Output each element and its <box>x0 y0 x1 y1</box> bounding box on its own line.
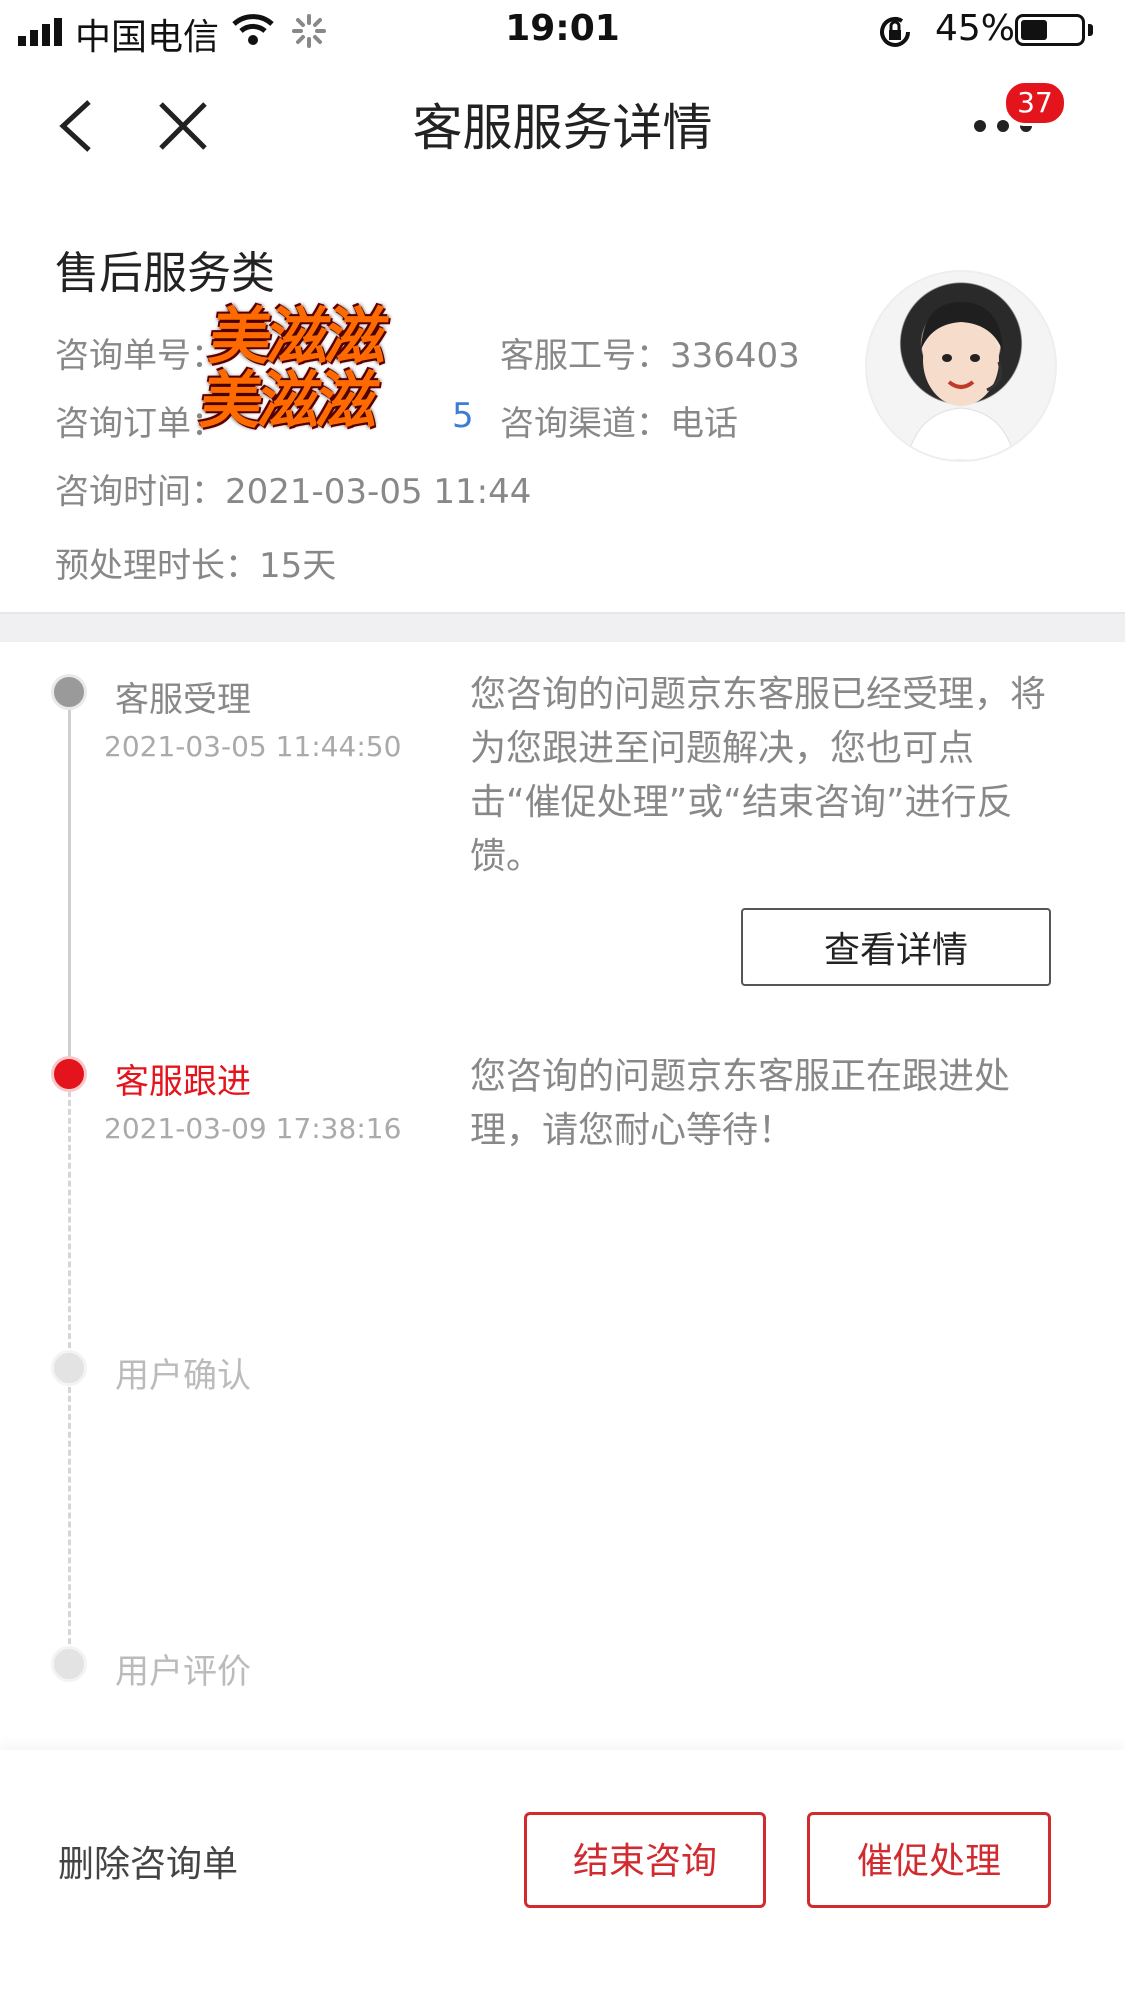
urge-processing-button[interactable]: 催促处理 <box>807 1812 1051 1908</box>
battery-cap <box>1088 24 1093 36</box>
step-time-accepted: 2021-03-05 11:44:50 <box>104 730 402 763</box>
step-desc-following: 您咨询的问题京东客服正在跟进处理，请您耐心等待！ <box>470 1056 1011 1151</box>
timeline-line <box>68 692 71 1072</box>
rotation-lock-icon <box>880 17 910 47</box>
timeline-dot-user-confirm <box>51 1350 87 1386</box>
timeline-dot-accepted <box>51 674 87 710</box>
section-divider <box>0 612 1125 642</box>
channel-label: 咨询渠道： <box>500 404 670 444</box>
agent-id-row: 客服工号：336403 <box>500 328 800 377</box>
agent-id-label: 客服工号： <box>500 336 670 376</box>
page-title: 客服服务详情 <box>412 99 713 157</box>
status-bar: 中国电信 19:01 45% <box>0 0 1125 62</box>
battery-icon <box>1015 14 1085 46</box>
inquiry-number-label: 咨询单号： <box>55 336 225 376</box>
duration-label: 预处理时长： <box>55 546 259 586</box>
step-label-user-confirm: 用户确认 <box>115 1356 251 1396</box>
inquiry-time-value: 2021-03-05 11:44 <box>225 472 532 512</box>
step-label-following: 客服跟进 <box>115 1062 251 1102</box>
step-label-user-rating: 用户评价 <box>115 1652 251 1692</box>
inquiry-time-label: 咨询时间： <box>55 472 225 512</box>
channel-row: 咨询渠道：电话 <box>500 396 738 445</box>
timeline-dot-user-rating <box>51 1646 87 1682</box>
duration-row: 预处理时长：15天 <box>55 538 336 587</box>
message-count-badge: 37 <box>1003 80 1067 126</box>
end-inquiry-button[interactable]: 结束咨询 <box>524 1812 766 1908</box>
step-label-accepted: 客服受理 <box>115 680 251 720</box>
inquiry-order-value[interactable]: 5 <box>452 396 474 436</box>
view-details-button[interactable]: 查看详情 <box>741 908 1051 986</box>
step-desc-accepted: 您咨询的问题京东客服已经受理，将为您跟进至问题解决，您也可点击“催促处理”或“结… <box>470 674 1047 877</box>
delete-inquiry-link[interactable]: 删除咨询单 <box>58 1835 238 1887</box>
channel-value: 电话 <box>670 404 738 444</box>
step-time-following: 2021-03-09 17:38:16 <box>104 1112 402 1145</box>
duration-value: 15天 <box>259 546 337 586</box>
sticker-watermark: 美滋滋 美滋滋 <box>195 300 390 437</box>
agent-avatar <box>865 270 1057 462</box>
inquiry-time-row: 咨询时间：2021-03-05 11:44 <box>55 464 531 513</box>
service-category: 售后服务类 <box>55 248 275 299</box>
agent-id-value: 336403 <box>670 336 800 376</box>
battery-percent: 45% <box>935 8 1016 49</box>
timeline-dot-following <box>51 1056 87 1092</box>
